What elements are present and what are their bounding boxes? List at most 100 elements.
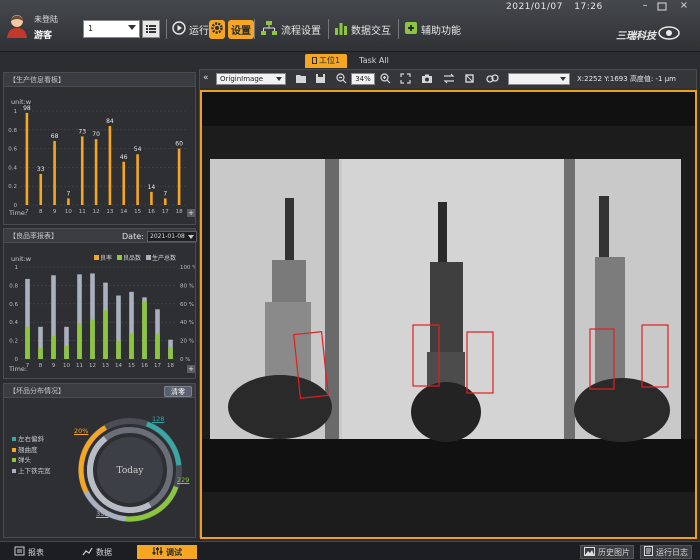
y2-tick-label: 0 % bbox=[180, 357, 190, 363]
report-tab[interactable]: 报表 bbox=[14, 545, 44, 559]
collapse-left-icon[interactable]: « bbox=[203, 73, 209, 83]
x-tick-label: 8 bbox=[39, 209, 43, 215]
x-tick-label: 17 bbox=[162, 209, 169, 215]
image-source-value: OriginImage bbox=[220, 75, 264, 83]
x-tick-label: 14 bbox=[115, 363, 122, 369]
settings-button[interactable]: 设置 bbox=[209, 17, 254, 41]
doc-icon bbox=[311, 57, 317, 64]
bar bbox=[94, 139, 98, 205]
x-tick-label: 15 bbox=[128, 363, 135, 369]
donut-label-green: 229 bbox=[177, 476, 190, 484]
x-tick-label: 18 bbox=[167, 363, 174, 369]
close-icon[interactable]: × bbox=[676, 0, 692, 12]
bar-value-label: 98 bbox=[23, 105, 31, 112]
tab-station-1-label: 工位1 bbox=[318, 56, 341, 65]
bar-value-label: 73 bbox=[78, 128, 86, 135]
image-bottom-band bbox=[202, 439, 695, 492]
login-status: 未登陆 bbox=[34, 15, 58, 24]
list-button[interactable] bbox=[142, 20, 160, 38]
defect-legend-label: 左右偏斜 bbox=[18, 435, 44, 443]
bar-good bbox=[103, 310, 108, 359]
aux-tools-icon bbox=[404, 21, 418, 38]
y-tick-label: 1 bbox=[15, 265, 19, 271]
clear-button[interactable]: 清零 bbox=[164, 386, 192, 397]
defect-legend-item: 上下铁完宽 bbox=[12, 466, 72, 477]
yield-time-label: Time: bbox=[9, 365, 28, 373]
y2-tick-label: 100 % bbox=[180, 265, 195, 271]
x-tick-label: 16 bbox=[148, 209, 155, 215]
bar-good bbox=[25, 326, 30, 359]
x-tick-label: 11 bbox=[79, 209, 86, 215]
tab-task-all[interactable]: Task All bbox=[352, 54, 396, 68]
camera-icon[interactable] bbox=[421, 73, 433, 87]
yield-date-value: 2021-01-08 bbox=[150, 233, 185, 240]
zoom-input[interactable]: 34% bbox=[351, 73, 375, 85]
x-tick-label: 12 bbox=[89, 363, 96, 369]
log-icon bbox=[644, 546, 653, 558]
swap-icon[interactable] bbox=[443, 73, 455, 87]
fit-screen-icon[interactable] bbox=[400, 73, 411, 87]
bar-value-label: 7 bbox=[163, 190, 167, 197]
data-tab-label: 数据 bbox=[96, 547, 112, 557]
run-button[interactable]: 运行 bbox=[172, 17, 209, 41]
viewer-option-select[interactable] bbox=[508, 73, 570, 85]
bar bbox=[163, 198, 167, 205]
run-log-button[interactable]: 运行日志 bbox=[640, 545, 692, 559]
production-expand-button[interactable]: + bbox=[187, 209, 195, 217]
picture-icon bbox=[584, 546, 595, 558]
bar-good bbox=[90, 319, 95, 359]
x-tick-label: 18 bbox=[176, 209, 183, 215]
bar-value-label: 60 bbox=[175, 141, 183, 148]
tab-station-1[interactable]: 工位1 bbox=[305, 54, 347, 68]
bar-value-label: 7 bbox=[67, 190, 71, 197]
yield-expand-button[interactable]: + bbox=[187, 365, 195, 373]
station-select[interactable]: 1 bbox=[83, 20, 140, 38]
x-tick-label: 11 bbox=[76, 363, 83, 369]
bar-good bbox=[168, 347, 173, 359]
x-tick-label: 17 bbox=[154, 363, 161, 369]
flow-settings-button[interactable]: 流程设置 bbox=[260, 17, 321, 41]
date-text: 2021/01/07 bbox=[506, 2, 563, 12]
link-icon[interactable] bbox=[486, 73, 499, 87]
data-exchange-button[interactable]: 数据交互 bbox=[334, 17, 391, 41]
user-area[interactable]: 未登陆 游客 bbox=[6, 12, 74, 42]
image-frame[interactable] bbox=[200, 90, 697, 539]
y-tick-label: 1 bbox=[14, 109, 18, 115]
station-select-value: 1 bbox=[88, 24, 94, 33]
zoom-in-icon[interactable] bbox=[380, 73, 391, 87]
bar-value-label: 54 bbox=[134, 146, 142, 153]
chevron-down-icon bbox=[276, 77, 282, 81]
defect-legend-label: 弹头 bbox=[18, 456, 31, 464]
y-tick-label: 0.4 bbox=[9, 320, 18, 326]
defect-legend-label: 翘曲度 bbox=[18, 445, 38, 454]
data-tab[interactable]: 数据 bbox=[82, 545, 112, 559]
minimize-icon[interactable]: – bbox=[638, 1, 652, 13]
y-tick-label: 0.2 bbox=[9, 339, 18, 345]
bar-good bbox=[155, 334, 160, 359]
zoom-out-icon[interactable] bbox=[336, 73, 347, 87]
legend-total-count: 生产总数 bbox=[146, 253, 176, 262]
report-tab-label: 报表 bbox=[28, 547, 44, 557]
pin-middle-tip bbox=[438, 202, 447, 264]
production-time-label: Time: bbox=[9, 209, 28, 217]
report-icon bbox=[14, 546, 25, 558]
aux-function-button[interactable]: 辅助功能 bbox=[404, 17, 461, 41]
open-folder-icon[interactable] bbox=[295, 73, 307, 87]
datetime-display: 2021/01/07 17:26 bbox=[506, 2, 616, 14]
pin-middle-wires bbox=[411, 382, 481, 442]
legend-yield-rate: 良率 bbox=[94, 253, 112, 262]
yield-date-picker[interactable]: 2021-01-08 bbox=[147, 231, 197, 242]
image-viewer: « OriginImage 34% X:2252 Y:1693 高度值: -1 … bbox=[199, 69, 697, 539]
bar-value-label: 33 bbox=[37, 166, 45, 173]
bar-good bbox=[77, 323, 82, 359]
history-images-button[interactable]: 历史图片 bbox=[580, 545, 634, 559]
settings-tool-icon[interactable] bbox=[464, 73, 475, 87]
history-images-label: 历史图片 bbox=[598, 547, 630, 557]
brand-text: 三瑞科技 bbox=[616, 30, 656, 42]
save-icon[interactable] bbox=[315, 73, 326, 87]
debug-tab[interactable]: 调试 bbox=[137, 545, 197, 559]
maximize-icon[interactable] bbox=[656, 1, 670, 13]
bar-value-label: 46 bbox=[120, 154, 128, 161]
image-source-select[interactable]: OriginImage bbox=[216, 73, 286, 85]
cursor-coords: X:2252 Y:1693 高度值: -1 μm bbox=[577, 75, 676, 83]
